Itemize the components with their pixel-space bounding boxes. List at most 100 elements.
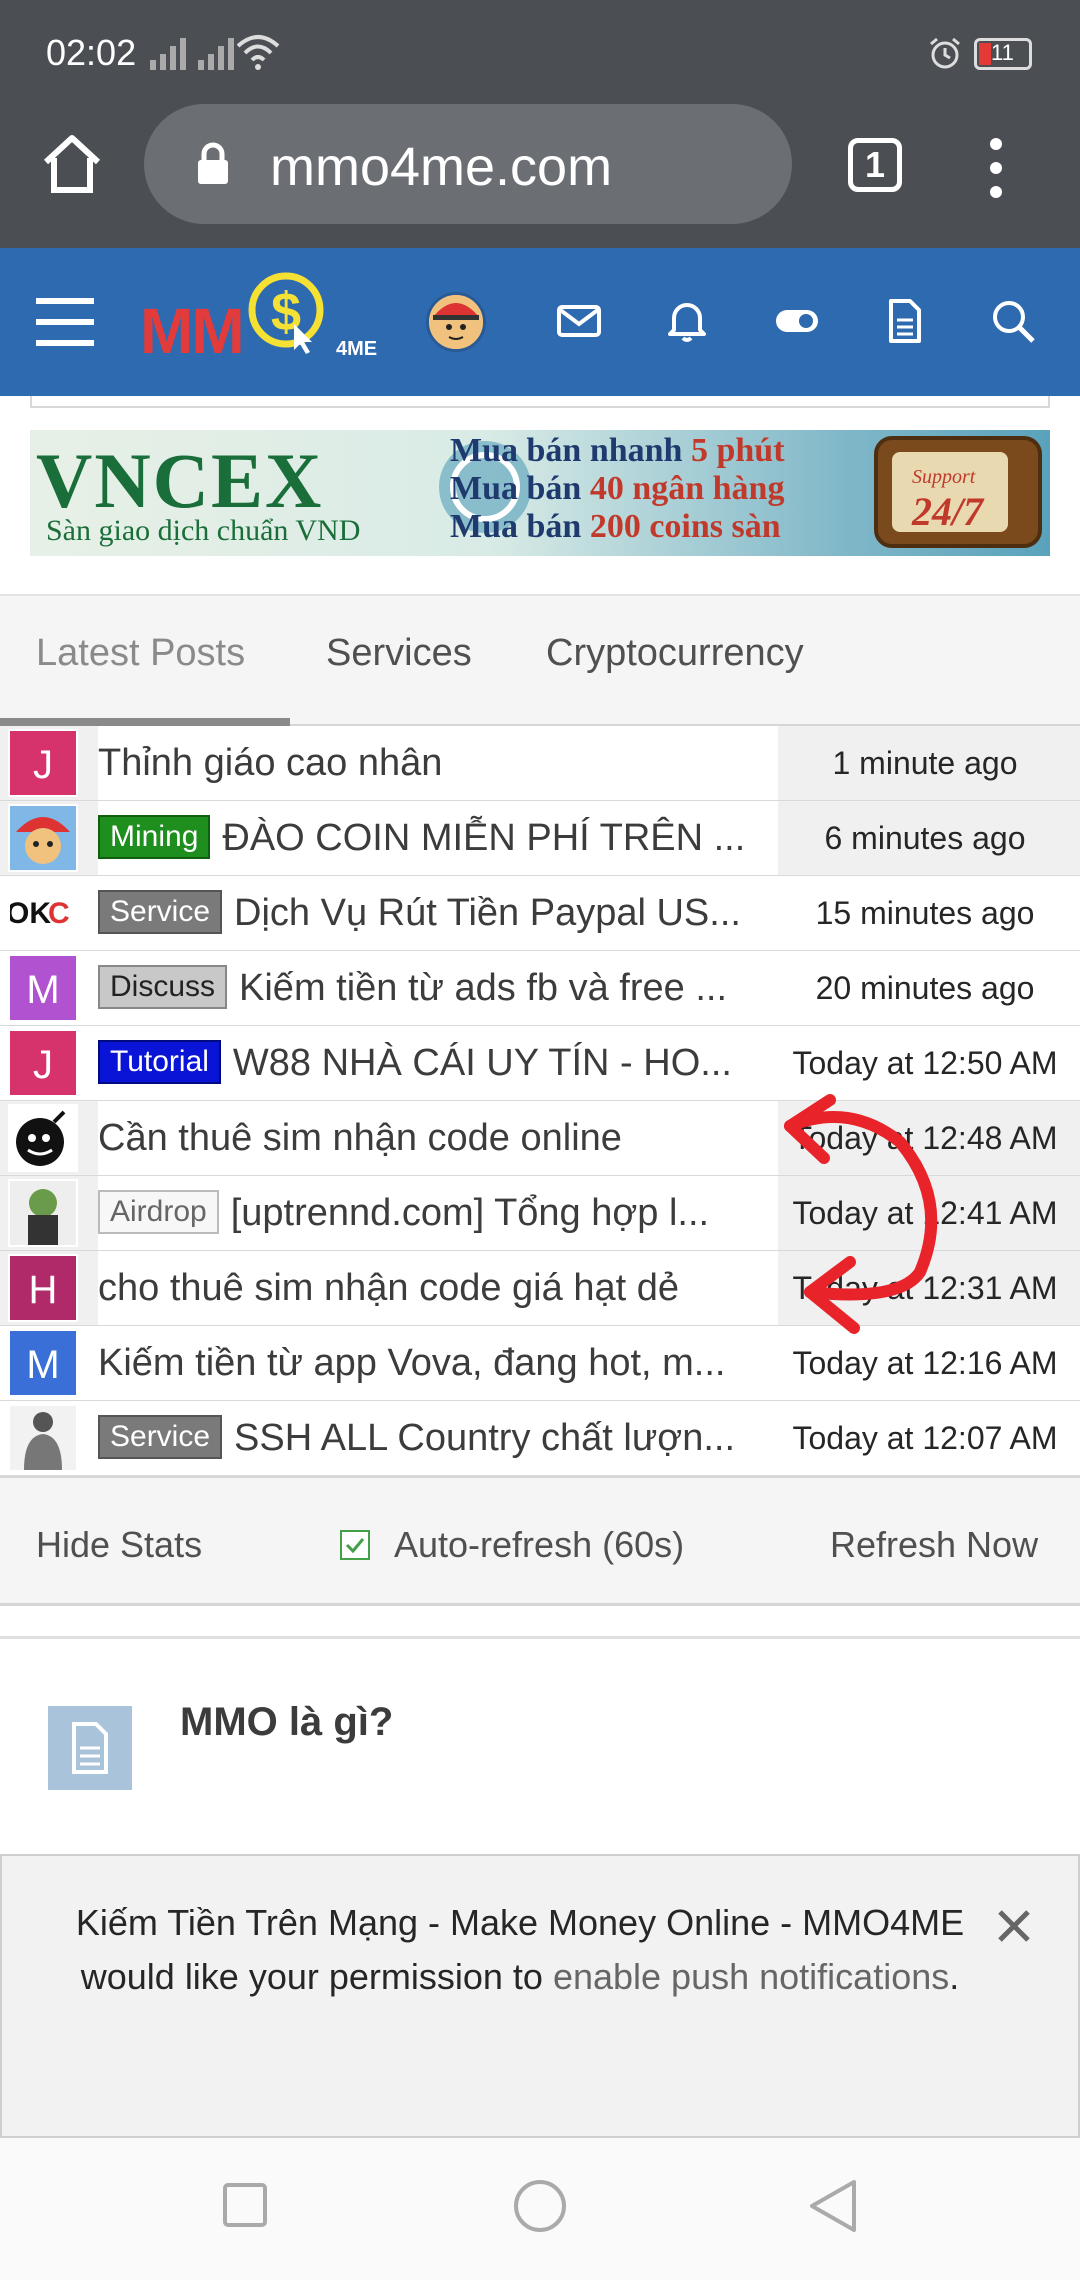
- frog-avatar-image: [10, 1181, 76, 1245]
- post-row[interactable]: OK C Service Dịch Vụ Rút Tiền Paypal US..…: [0, 876, 1080, 951]
- banner-line-2: Mua bán 40 ngân hàng: [450, 470, 785, 507]
- post-time: 1 minute ago: [832, 745, 1018, 781]
- active-tab-indicator: [0, 718, 290, 726]
- avatar: OK C: [6, 879, 78, 947]
- logo-text: MM: [140, 295, 245, 367]
- toggle-icon[interactable]: [774, 298, 820, 344]
- avatar: H: [8, 1254, 78, 1322]
- system-nav-bar: [0, 2138, 1080, 2280]
- bomb-avatar-image: [10, 1106, 76, 1170]
- dollar-coin-icon: $: [248, 272, 324, 354]
- avatar: M: [8, 1329, 78, 1397]
- hide-stats-link[interactable]: Hide Stats: [36, 1524, 202, 1566]
- alarm-icon: [930, 37, 960, 69]
- banner-subtitle: Sàn giao dịch chuẩn VND: [46, 514, 361, 547]
- section-title[interactable]: MMO là gì?: [180, 1700, 393, 1745]
- post-title[interactable]: Kiếm tiền từ app Vova, đang hot, m...: [98, 1326, 778, 1400]
- logo-sub: 4ME: [336, 338, 378, 360]
- enable-push-link[interactable]: enable push notifications: [553, 1956, 949, 1997]
- prefix-badge[interactable]: Mining: [98, 814, 211, 859]
- hamburger-menu-icon[interactable]: [36, 296, 94, 348]
- post-time: Today at 12:50 AM: [792, 1045, 1058, 1081]
- red-arrow-annotation: [784, 1094, 938, 1334]
- post-title[interactable]: Thỉnh giáo cao nhân: [98, 726, 778, 800]
- prefix-badge[interactable]: Service: [98, 1414, 223, 1459]
- post-title[interactable]: cho thuê sim nhận code giá hạt dẻ: [98, 1251, 778, 1325]
- post-title[interactable]: Cần thuê sim nhận code online: [98, 1101, 778, 1175]
- avatar: [8, 1104, 78, 1172]
- banner-line-3: Mua bán 200 coins sàn: [450, 508, 781, 545]
- post-row[interactable]: J Thỉnh giáo cao nhân 1 minute ago: [0, 726, 1080, 801]
- banner-hours: 24/7: [912, 489, 984, 534]
- url-text[interactable]: mmo4me.com: [270, 136, 612, 198]
- avatar: [8, 1404, 78, 1472]
- home-nav-icon[interactable]: [512, 2178, 568, 2234]
- site-logo[interactable]: MM $ 4ME: [140, 272, 390, 372]
- tab-bar: Latest Posts Services Cryptocurrency: [0, 594, 1080, 726]
- avatar-image: OK C: [6, 881, 76, 945]
- battery-level: [979, 43, 991, 65]
- post-title[interactable]: Discuss Kiếm tiền từ ads fb và free ...: [98, 951, 778, 1025]
- prefix-badge[interactable]: Tutorial: [98, 1039, 221, 1084]
- refresh-now-link[interactable]: Refresh Now: [830, 1524, 1038, 1566]
- avatar: J: [8, 1029, 78, 1097]
- bell-icon[interactable]: [664, 298, 710, 344]
- post-time: 20 minutes ago: [815, 970, 1035, 1006]
- prefix-badge[interactable]: Discuss: [98, 964, 228, 1009]
- post-title[interactable]: Airdrop [uptrennd.com] Tổng hợp l...: [98, 1176, 778, 1250]
- avatar: [8, 804, 78, 872]
- tv-graphic: Support 24/7: [874, 436, 1042, 548]
- wifi-icon: [236, 35, 280, 70]
- home-icon[interactable]: [40, 132, 104, 196]
- vncex-ad-banner[interactable]: VNCEX Sàn giao dịch chuẩn VND Mua bán nh…: [30, 430, 1050, 556]
- banner-title: VNCEX: [36, 437, 324, 524]
- content-card-edge: [30, 396, 1050, 408]
- post-row[interactable]: Service SSH ALL Country chất lượn... Toda…: [0, 1401, 1080, 1476]
- back-icon[interactable]: [808, 2178, 860, 2234]
- post-row[interactable]: M Discuss Kiếm tiền từ ads fb và free ...…: [0, 951, 1080, 1026]
- document-icon[interactable]: [882, 298, 928, 344]
- mail-icon[interactable]: [556, 298, 602, 344]
- prefix-badge[interactable]: Service: [98, 889, 223, 934]
- tab-cryptocurrency[interactable]: Cryptocurrency: [546, 632, 804, 675]
- avatar: J: [8, 729, 78, 797]
- document-icon: [48, 1706, 132, 1790]
- post-time: Today at 12:07 AM: [792, 1420, 1058, 1456]
- lock-icon: [198, 142, 228, 184]
- post-title[interactable]: Service SSH ALL Country chất lượn...: [98, 1401, 778, 1475]
- tab-services[interactable]: Services: [326, 632, 472, 675]
- tab-latest-posts[interactable]: Latest Posts: [36, 632, 245, 675]
- post-title[interactable]: Tutorial W88 NHÀ CÁI UY TÍN - HO...: [98, 1026, 778, 1100]
- recent-apps-icon[interactable]: [222, 2182, 268, 2228]
- auto-refresh-label[interactable]: Auto-refresh (60s): [394, 1524, 684, 1566]
- push-prompt-text: Kiếm Tiền Trên Mạng - Make Money Online …: [75, 1902, 965, 1997]
- user-avatar[interactable]: [426, 292, 486, 352]
- status-time: 02:02: [46, 32, 137, 73]
- post-row[interactable]: J Tutorial W88 NHÀ CÁI UY TÍN - HO... Tod…: [0, 1026, 1080, 1101]
- battery-icon: 11: [974, 38, 1032, 70]
- post-time: 6 minutes ago: [824, 820, 1026, 856]
- svg-text:C: C: [48, 897, 70, 930]
- close-icon[interactable]: [994, 1906, 1034, 1946]
- person-avatar-image: [10, 1406, 76, 1470]
- prefix-badge[interactable]: Airdrop: [98, 1189, 219, 1234]
- search-icon[interactable]: [990, 298, 1036, 344]
- post-title[interactable]: Service Dịch Vụ Rút Tiền Paypal US...: [98, 876, 778, 950]
- post-time: 15 minutes ago: [815, 895, 1035, 931]
- avatar: [8, 1179, 78, 1247]
- avatar: M: [8, 954, 78, 1022]
- auto-refresh-checkbox[interactable]: [340, 1530, 370, 1560]
- avatar-image: [10, 806, 76, 870]
- post-row[interactable]: Mining ĐÀO COIN MIỄN PHÍ TRÊN ... 6 minut…: [0, 801, 1080, 876]
- tv-screen: Support 24/7: [892, 452, 1008, 534]
- post-title[interactable]: Mining ĐÀO COIN MIỄN PHÍ TRÊN ...: [98, 801, 778, 875]
- avatar-image: [429, 295, 483, 349]
- more-menu-icon[interactable]: [984, 136, 1008, 200]
- stats-bar: Hide Stats Auto-refresh (60s) Refresh No…: [0, 1476, 1080, 1606]
- mmo-section: [0, 1636, 1080, 1856]
- tab-switcher-button[interactable]: 1: [848, 138, 902, 192]
- battery-text: 11: [991, 40, 1014, 65]
- banner-support: Support: [912, 466, 976, 488]
- banner-line-1: Mua bán nhanh 5 phút: [450, 432, 785, 469]
- checkmark-icon: [345, 1538, 365, 1554]
